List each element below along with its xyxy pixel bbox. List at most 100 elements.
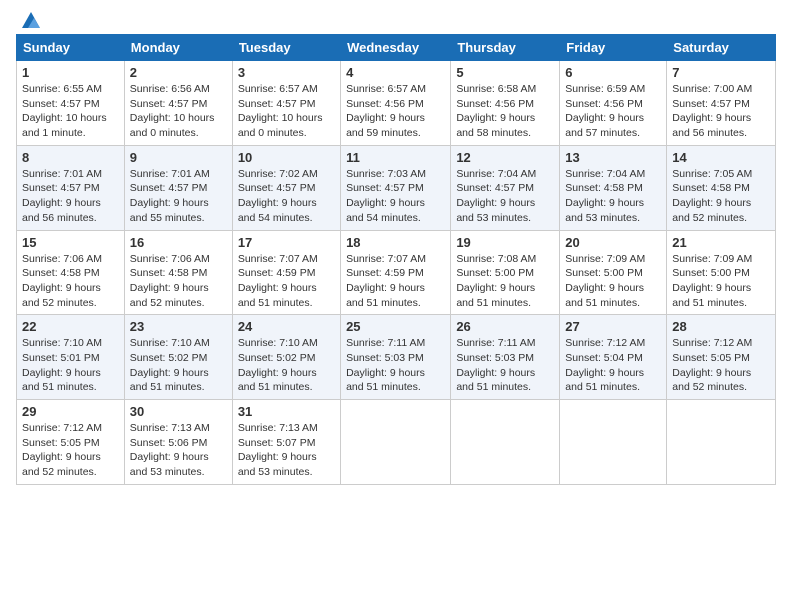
- day-number: 8: [22, 150, 119, 165]
- day-number: 9: [130, 150, 227, 165]
- day-number: 6: [565, 65, 661, 80]
- day-detail: Sunrise: 7:04 AMSunset: 4:58 PMDaylight:…: [565, 167, 661, 226]
- top-header: [16, 10, 776, 28]
- day-detail: Sunrise: 7:12 AMSunset: 5:04 PMDaylight:…: [565, 336, 661, 395]
- day-number: 2: [130, 65, 227, 80]
- calendar-cell: 15 Sunrise: 7:06 AMSunset: 4:58 PMDayligh…: [17, 230, 125, 315]
- week-row-4: 22 Sunrise: 7:10 AMSunset: 5:01 PMDayligh…: [17, 315, 776, 400]
- weekday-header-friday: Friday: [560, 35, 667, 61]
- day-number: 14: [672, 150, 770, 165]
- calendar-cell: 14Sunrise: 7:05 AMSunset: 4:58 PMDayligh…: [667, 145, 776, 230]
- day-detail: Sunrise: 7:03 AMSunset: 4:57 PMDaylight:…: [346, 167, 445, 226]
- day-number: 24: [238, 319, 335, 334]
- day-number: 16: [130, 235, 227, 250]
- day-number: 18: [346, 235, 445, 250]
- week-row-2: 8 Sunrise: 7:01 AMSunset: 4:57 PMDaylight…: [17, 145, 776, 230]
- calendar-cell: 5 Sunrise: 6:58 AMSunset: 4:56 PMDaylight…: [451, 61, 560, 146]
- calendar-cell: 20Sunrise: 7:09 AMSunset: 5:00 PMDayligh…: [560, 230, 667, 315]
- day-number: 26: [456, 319, 554, 334]
- day-detail: Sunrise: 6:57 AMSunset: 4:57 PMDaylight:…: [238, 82, 335, 141]
- calendar-cell: 17 Sunrise: 7:07 AMSunset: 4:59 PMDayligh…: [232, 230, 340, 315]
- calendar-cell: 1 Sunrise: 6:55 AMSunset: 4:57 PMDaylight…: [17, 61, 125, 146]
- day-detail: Sunrise: 7:00 AMSunset: 4:57 PMDaylight:…: [672, 82, 770, 141]
- day-detail: Sunrise: 7:01 AMSunset: 4:57 PMDaylight:…: [22, 167, 119, 226]
- day-number: 20: [565, 235, 661, 250]
- weekday-header-sunday: Sunday: [17, 35, 125, 61]
- day-number: 27: [565, 319, 661, 334]
- weekday-header-monday: Monday: [124, 35, 232, 61]
- day-detail: Sunrise: 7:07 AMSunset: 4:59 PMDaylight:…: [238, 252, 335, 311]
- calendar-cell: 16 Sunrise: 7:06 AMSunset: 4:58 PMDayligh…: [124, 230, 232, 315]
- day-number: 7: [672, 65, 770, 80]
- page: SundayMondayTuesdayWednesdayThursdayFrid…: [0, 0, 792, 612]
- logo-icon: [20, 10, 42, 32]
- calendar-cell: 29 Sunrise: 7:12 AMSunset: 5:05 PMDayligh…: [17, 400, 125, 485]
- day-detail: Sunrise: 6:59 AMSunset: 4:56 PMDaylight:…: [565, 82, 661, 141]
- day-number: 4: [346, 65, 445, 80]
- day-number: 13: [565, 150, 661, 165]
- day-detail: Sunrise: 7:04 AMSunset: 4:57 PMDaylight:…: [456, 167, 554, 226]
- calendar-cell: [560, 400, 667, 485]
- calendar-cell: 8 Sunrise: 7:01 AMSunset: 4:57 PMDaylight…: [17, 145, 125, 230]
- calendar-cell: 30 Sunrise: 7:13 AMSunset: 5:06 PMDayligh…: [124, 400, 232, 485]
- calendar-cell: 19 Sunrise: 7:08 AMSunset: 5:00 PMDayligh…: [451, 230, 560, 315]
- day-detail: Sunrise: 7:02 AMSunset: 4:57 PMDaylight:…: [238, 167, 335, 226]
- calendar-cell: 11 Sunrise: 7:03 AMSunset: 4:57 PMDayligh…: [341, 145, 451, 230]
- day-detail: Sunrise: 7:12 AMSunset: 5:05 PMDaylight:…: [22, 421, 119, 480]
- day-detail: Sunrise: 7:06 AMSunset: 4:58 PMDaylight:…: [130, 252, 227, 311]
- day-detail: Sunrise: 6:58 AMSunset: 4:56 PMDaylight:…: [456, 82, 554, 141]
- day-number: 5: [456, 65, 554, 80]
- day-detail: Sunrise: 7:07 AMSunset: 4:59 PMDaylight:…: [346, 252, 445, 311]
- day-number: 10: [238, 150, 335, 165]
- day-number: 15: [22, 235, 119, 250]
- week-row-3: 15 Sunrise: 7:06 AMSunset: 4:58 PMDayligh…: [17, 230, 776, 315]
- day-number: 11: [346, 150, 445, 165]
- day-number: 19: [456, 235, 554, 250]
- calendar-cell: [341, 400, 451, 485]
- weekday-header-wednesday: Wednesday: [341, 35, 451, 61]
- day-detail: Sunrise: 7:10 AMSunset: 5:02 PMDaylight:…: [238, 336, 335, 395]
- day-detail: Sunrise: 7:06 AMSunset: 4:58 PMDaylight:…: [22, 252, 119, 311]
- calendar-cell: 2 Sunrise: 6:56 AMSunset: 4:57 PMDaylight…: [124, 61, 232, 146]
- calendar-cell: 22 Sunrise: 7:10 AMSunset: 5:01 PMDayligh…: [17, 315, 125, 400]
- day-detail: Sunrise: 7:13 AMSunset: 5:07 PMDaylight:…: [238, 421, 335, 480]
- day-number: 21: [672, 235, 770, 250]
- weekday-header-tuesday: Tuesday: [232, 35, 340, 61]
- calendar-cell: [451, 400, 560, 485]
- weekday-header-row: SundayMondayTuesdayWednesdayThursdayFrid…: [17, 35, 776, 61]
- day-number: 29: [22, 404, 119, 419]
- calendar-cell: 24 Sunrise: 7:10 AMSunset: 5:02 PMDayligh…: [232, 315, 340, 400]
- day-number: 25: [346, 319, 445, 334]
- calendar-cell: 13 Sunrise: 7:04 AMSunset: 4:58 PMDayligh…: [560, 145, 667, 230]
- calendar-cell: [667, 400, 776, 485]
- calendar-cell: 7 Sunrise: 7:00 AMSunset: 4:57 PMDaylight…: [667, 61, 776, 146]
- calendar-cell: 31 Sunrise: 7:13 AMSunset: 5:07 PMDayligh…: [232, 400, 340, 485]
- week-row-5: 29 Sunrise: 7:12 AMSunset: 5:05 PMDayligh…: [17, 400, 776, 485]
- day-number: 22: [22, 319, 119, 334]
- calendar-body: 1 Sunrise: 6:55 AMSunset: 4:57 PMDaylight…: [17, 61, 776, 485]
- day-number: 1: [22, 65, 119, 80]
- day-number: 30: [130, 404, 227, 419]
- day-number: 17: [238, 235, 335, 250]
- calendar-cell: 21Sunrise: 7:09 AMSunset: 5:00 PMDayligh…: [667, 230, 776, 315]
- day-number: 31: [238, 404, 335, 419]
- calendar-cell: 26Sunrise: 7:11 AMSunset: 5:03 PMDayligh…: [451, 315, 560, 400]
- calendar-cell: 28Sunrise: 7:12 AMSunset: 5:05 PMDayligh…: [667, 315, 776, 400]
- day-detail: Sunrise: 7:01 AMSunset: 4:57 PMDaylight:…: [130, 167, 227, 226]
- calendar-cell: 10 Sunrise: 7:02 AMSunset: 4:57 PMDayligh…: [232, 145, 340, 230]
- day-detail: Sunrise: 6:56 AMSunset: 4:57 PMDaylight:…: [130, 82, 227, 141]
- day-number: 3: [238, 65, 335, 80]
- week-row-1: 1 Sunrise: 6:55 AMSunset: 4:57 PMDaylight…: [17, 61, 776, 146]
- calendar-cell: 3 Sunrise: 6:57 AMSunset: 4:57 PMDaylight…: [232, 61, 340, 146]
- calendar-cell: 27 Sunrise: 7:12 AMSunset: 5:04 PMDayligh…: [560, 315, 667, 400]
- calendar-table: SundayMondayTuesdayWednesdayThursdayFrid…: [16, 34, 776, 485]
- day-detail: Sunrise: 6:55 AMSunset: 4:57 PMDaylight:…: [22, 82, 119, 141]
- weekday-header-thursday: Thursday: [451, 35, 560, 61]
- calendar-cell: 23Sunrise: 7:10 AMSunset: 5:02 PMDayligh…: [124, 315, 232, 400]
- calendar-cell: 6 Sunrise: 6:59 AMSunset: 4:56 PMDaylight…: [560, 61, 667, 146]
- day-detail: Sunrise: 7:13 AMSunset: 5:06 PMDaylight:…: [130, 421, 227, 480]
- day-detail: Sunrise: 7:10 AMSunset: 5:01 PMDaylight:…: [22, 336, 119, 395]
- calendar-cell: 12Sunrise: 7:04 AMSunset: 4:57 PMDayligh…: [451, 145, 560, 230]
- logo-text: [16, 10, 42, 32]
- day-detail: Sunrise: 7:08 AMSunset: 5:00 PMDaylight:…: [456, 252, 554, 311]
